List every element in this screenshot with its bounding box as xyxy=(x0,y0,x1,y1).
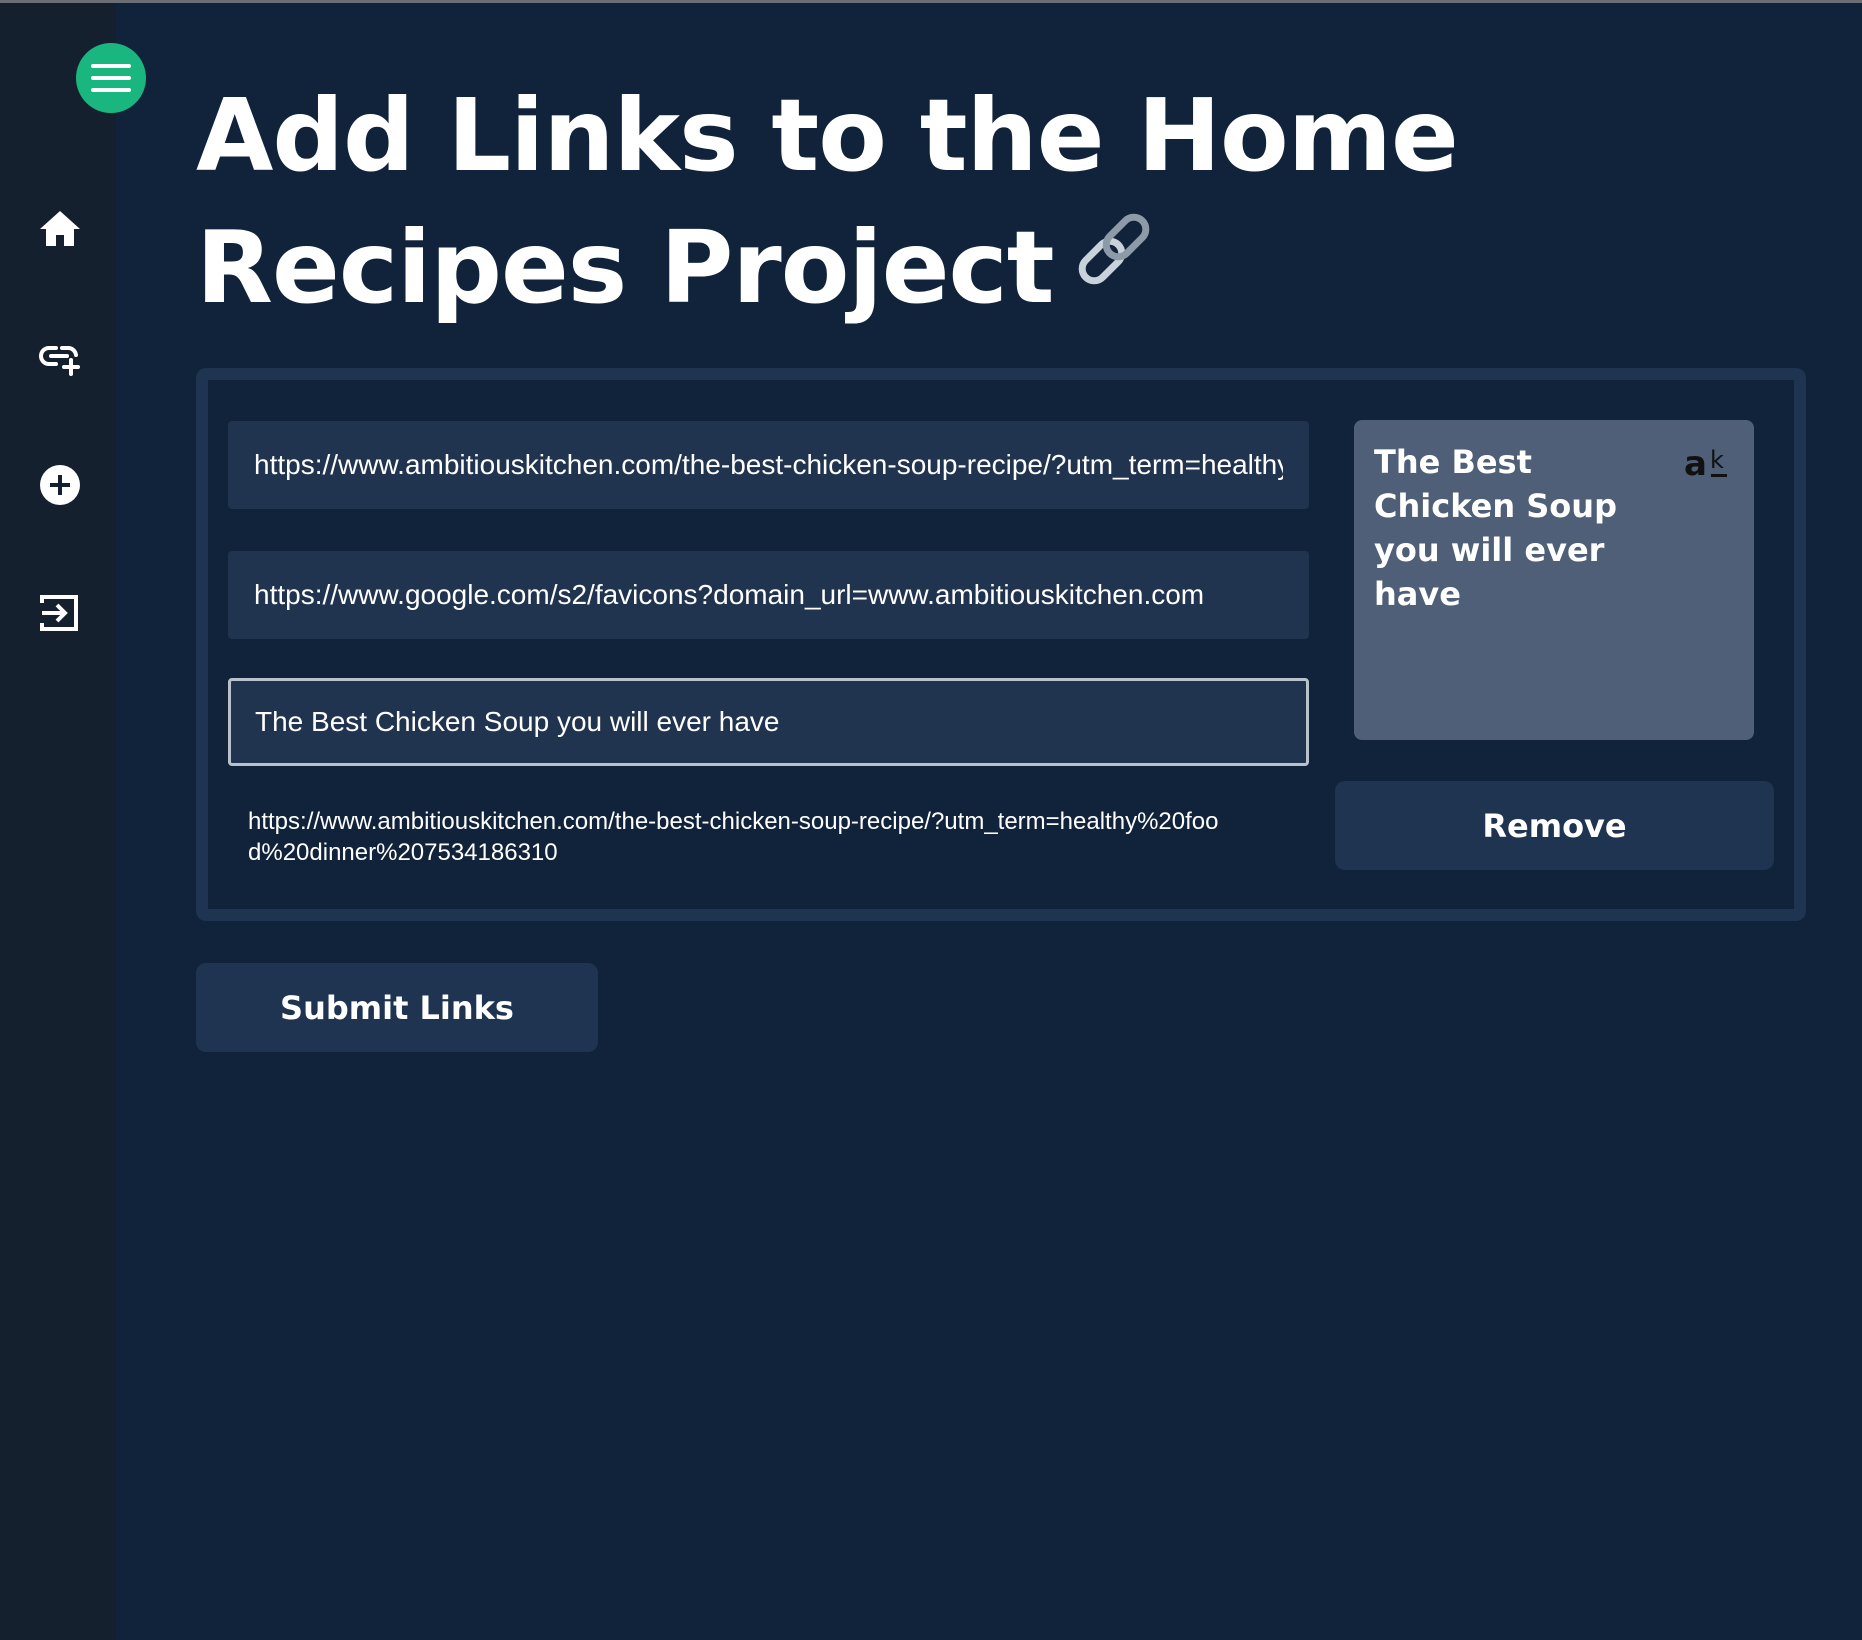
submit-links-button[interactable]: Submit Links xyxy=(196,963,598,1052)
add-circle-icon xyxy=(40,465,80,505)
logout-icon xyxy=(40,595,78,631)
link-chain-icon xyxy=(1064,199,1164,331)
menu-button[interactable] xyxy=(76,43,146,113)
page-title: Add Links to the Home Recipes Project xyxy=(196,70,1796,341)
home-icon xyxy=(40,211,80,246)
sidebar-item-add-link[interactable] xyxy=(36,333,84,381)
preview-card-title: The Best Chicken Soup you will ever have xyxy=(1374,443,1617,613)
sidebar-item-home[interactable] xyxy=(36,205,84,253)
link-preview-card: The Best Chicken Soup you will ever have… xyxy=(1354,420,1754,740)
page-title-text: Add Links to the Home Recipes Project xyxy=(196,77,1459,326)
title-input[interactable] xyxy=(228,678,1309,766)
sidebar-item-logout[interactable] xyxy=(36,589,84,637)
remove-button[interactable]: Remove xyxy=(1335,781,1774,870)
sidebar xyxy=(0,3,146,1640)
sidebar-item-add[interactable] xyxy=(36,461,84,509)
site-favicon-icon: a k xyxy=(1684,444,1727,482)
favicon-letter-k: k xyxy=(1710,446,1724,474)
window-top-border xyxy=(0,0,1862,3)
link-url-text: https://www.ambitiouskitchen.com/the-bes… xyxy=(248,808,1219,866)
favicon-letter-a: a xyxy=(1684,444,1707,482)
add-link-icon xyxy=(39,346,80,376)
url-input[interactable] xyxy=(228,421,1309,509)
hamburger-menu-icon xyxy=(91,64,131,92)
favicon-url-input[interactable] xyxy=(228,551,1309,639)
